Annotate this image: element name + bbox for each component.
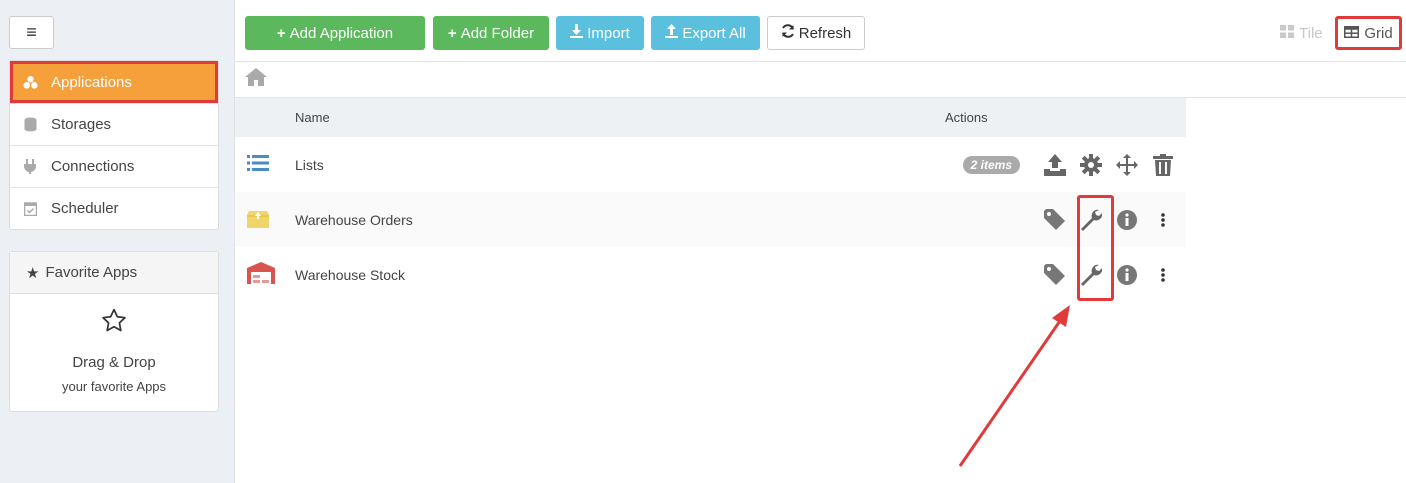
sidebar-item-label: Storages <box>51 116 112 133</box>
favorite-apps-title: Favorite Apps <box>45 264 138 281</box>
favorite-apps-header: ★ Favorite Apps <box>10 252 218 294</box>
gear-icon[interactable] <box>1076 150 1106 180</box>
sidebar-item-label: Scheduler <box>51 200 119 217</box>
hamburger-icon: ≡ <box>26 22 37 42</box>
plug-icon <box>22 159 38 175</box>
cubes-icon <box>22 74 38 90</box>
table-row[interactable]: Warehouse Stock <box>235 247 1186 302</box>
wrench-icon[interactable] <box>1076 260 1106 290</box>
trash-icon[interactable] <box>1148 150 1178 180</box>
table-header-row: Name Actions <box>235 98 1186 137</box>
box-icon <box>247 211 269 231</box>
menu-toggle-button[interactable]: ≡ <box>9 16 54 49</box>
favorite-apps-dropzone[interactable]: Drag & Drop your favorite Apps <box>10 294 218 394</box>
grid-view-toggle[interactable]: Grid <box>1335 16 1402 50</box>
warehouse-icon <box>247 262 275 287</box>
refresh-button[interactable]: Refresh <box>767 16 865 50</box>
import-button[interactable]: Import <box>556 16 644 50</box>
sidebar-item-scheduler[interactable]: Scheduler <box>10 187 218 229</box>
plus-icon: + <box>447 24 457 42</box>
sidebar-item-label: Applications <box>51 73 132 91</box>
sidebar-nav: Applications Storages Connections Schedu… <box>9 60 219 230</box>
export-all-button[interactable]: Export All <box>651 16 760 50</box>
row-name[interactable]: Warehouse Orders <box>295 192 945 247</box>
row-actions: 2 items <box>945 150 1186 180</box>
drag-drop-text: Drag & Drop <box>72 354 156 371</box>
icon-column-header <box>235 98 295 137</box>
more-vertical-icon[interactable] <box>1148 205 1178 235</box>
tile-label: Tile <box>1299 24 1323 42</box>
row-name[interactable]: Warehouse Stock <box>295 247 945 302</box>
download-icon <box>570 24 584 42</box>
more-vertical-icon[interactable] <box>1148 260 1178 290</box>
add-application-button[interactable]: + Add Application <box>245 16 425 50</box>
star-outline-icon <box>10 308 218 338</box>
refresh-icon <box>781 24 795 42</box>
breadcrumb <box>235 62 1406 98</box>
name-column-header: Name <box>295 98 945 137</box>
tile-view-toggle[interactable]: Tile <box>1280 16 1323 50</box>
table-row[interactable]: Lists 2 items <box>235 137 1186 192</box>
plus-icon: + <box>276 24 286 42</box>
star-icon: ★ <box>26 264 40 282</box>
tag-icon[interactable] <box>1040 205 1070 235</box>
tile-icon <box>1280 24 1294 42</box>
sidebar-item-applications[interactable]: Applications <box>10 61 218 103</box>
sidebar-item-label: Connections <box>51 158 135 175</box>
table-row[interactable]: Warehouse Orders <box>235 192 1186 247</box>
sidebar-item-connections[interactable]: Connections <box>10 145 218 187</box>
upload-icon[interactable] <box>1040 150 1070 180</box>
add-application-label: Add Application <box>289 24 394 42</box>
upload-icon <box>665 24 679 42</box>
tag-icon[interactable] <box>1040 260 1070 290</box>
home-icon[interactable] <box>245 68 267 91</box>
toolbar: + Add Application + Add Folder Import Ex… <box>235 6 1406 62</box>
favorite-apps-panel: ★ Favorite Apps Drag & Drop your favorit… <box>9 251 219 412</box>
wrench-icon[interactable] <box>1076 205 1106 235</box>
info-icon[interactable] <box>1112 205 1142 235</box>
table-icon <box>1344 25 1360 42</box>
row-actions <box>945 260 1186 290</box>
database-icon <box>22 117 38 133</box>
calendar-check-icon <box>22 201 38 217</box>
row-actions <box>945 205 1186 235</box>
actions-column-header: Actions <box>945 98 1186 137</box>
import-label: Import <box>587 24 630 42</box>
items-count-badge: 2 items <box>962 155 1020 174</box>
sidebar: ≡ Applications Storages Connections Sche… <box>0 0 235 483</box>
move-icon[interactable] <box>1112 150 1142 180</box>
main-content: + Add Application + Add Folder Import Ex… <box>235 6 1406 483</box>
refresh-label: Refresh <box>798 24 852 42</box>
grid-label: Grid <box>1364 24 1393 42</box>
add-folder-button[interactable]: + Add Folder <box>433 16 549 50</box>
info-icon[interactable] <box>1112 260 1142 290</box>
list-icon <box>247 155 269 175</box>
drag-drop-subtext: your favorite Apps <box>61 379 167 394</box>
row-name[interactable]: Lists <box>295 137 945 192</box>
add-folder-label: Add Folder <box>460 24 535 42</box>
export-all-label: Export All <box>682 24 746 42</box>
applications-table: Name Actions Lists 2 items Warehouse Ord… <box>235 98 1186 302</box>
sidebar-item-storages[interactable]: Storages <box>10 103 218 145</box>
